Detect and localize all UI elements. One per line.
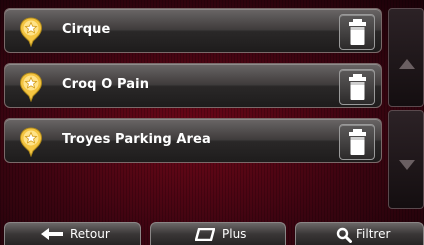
filter-label: Filtrer <box>356 227 391 241</box>
search-icon <box>336 227 352 245</box>
list-item[interactable]: Cirque <box>4 8 382 53</box>
arrow-left-icon <box>41 228 63 243</box>
star-pin-icon <box>19 127 43 158</box>
bottom-toolbar: Retour Plus Filtrer <box>0 222 424 245</box>
list-item[interactable]: Croq O Pain <box>4 63 382 108</box>
more-icon <box>194 227 216 244</box>
more-label: Plus <box>222 227 247 241</box>
list-item[interactable]: Troyes Parking Area <box>4 118 382 163</box>
more-button[interactable]: Plus <box>150 222 286 245</box>
screen: Cirque Croq O Pain Troyes Parking Area R… <box>0 0 424 245</box>
triangle-down-icon <box>398 156 416 175</box>
delete-button[interactable] <box>339 14 375 50</box>
filter-button[interactable]: Filtrer <box>295 222 424 245</box>
scrollbar <box>388 8 424 209</box>
scroll-up-button[interactable] <box>388 8 424 107</box>
delete-button[interactable] <box>339 69 375 105</box>
place-name: Troyes Parking Area <box>62 132 211 147</box>
triangle-up-icon <box>398 55 416 74</box>
back-label: Retour <box>70 227 110 241</box>
place-name: Croq O Pain <box>62 77 150 92</box>
scroll-down-button[interactable] <box>388 110 424 209</box>
place-name: Cirque <box>62 22 111 37</box>
star-pin-icon <box>19 17 43 48</box>
star-pin-icon <box>19 72 43 103</box>
delete-button[interactable] <box>339 124 375 160</box>
back-button[interactable]: Retour <box>4 222 141 245</box>
